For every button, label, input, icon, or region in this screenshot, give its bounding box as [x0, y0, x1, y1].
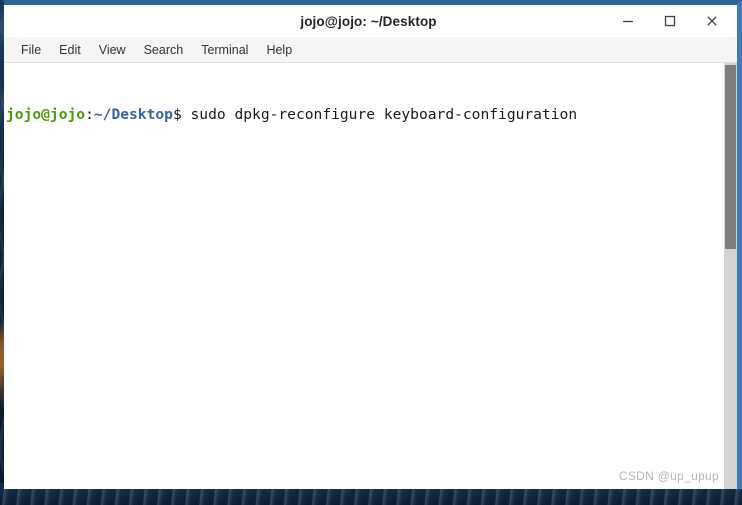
close-button[interactable]	[691, 6, 733, 36]
menu-bar: File Edit View Search Terminal Help	[4, 37, 737, 63]
prompt-separator: :	[85, 106, 94, 123]
prompt-user-host: jojo@jojo	[6, 106, 86, 123]
terminal-scrollbar[interactable]	[724, 63, 737, 489]
minimize-button[interactable]	[607, 6, 649, 36]
close-icon	[705, 14, 719, 28]
terminal-command: $ sudo dpkg-reconfigure keyboard-configu…	[172, 106, 578, 123]
minimize-icon	[621, 14, 635, 28]
menu-item-help[interactable]: Help	[257, 40, 301, 60]
prompt-path: ~/Desktop	[93, 106, 173, 123]
window-controls	[607, 5, 733, 37]
menu-item-terminal[interactable]: Terminal	[192, 40, 257, 60]
scrollbar-thumb[interactable]	[725, 65, 736, 249]
title-bar[interactable]: jojo@jojo: ~/Desktop	[4, 5, 737, 37]
terminal-line: jojo@jojo:~/Desktop$ sudo dpkg-reconfigu…	[6, 105, 724, 124]
watermark: CSDN @up_upup	[618, 469, 719, 483]
terminal-window: jojo@jojo: ~/Desktop File Edit View Sear…	[4, 0, 742, 489]
maximize-button[interactable]	[649, 6, 691, 36]
menu-item-file[interactable]: File	[12, 40, 50, 60]
menu-item-view[interactable]: View	[90, 40, 135, 60]
maximize-icon	[663, 14, 677, 28]
terminal-screen[interactable]: jojo@jojo:~/Desktop$ sudo dpkg-reconfigu…	[4, 63, 724, 489]
window-title: jojo@jojo: ~/Desktop	[300, 13, 437, 29]
menu-item-search[interactable]: Search	[135, 40, 193, 60]
terminal-body: jojo@jojo:~/Desktop$ sudo dpkg-reconfigu…	[4, 63, 737, 489]
menu-item-edit[interactable]: Edit	[50, 40, 90, 60]
